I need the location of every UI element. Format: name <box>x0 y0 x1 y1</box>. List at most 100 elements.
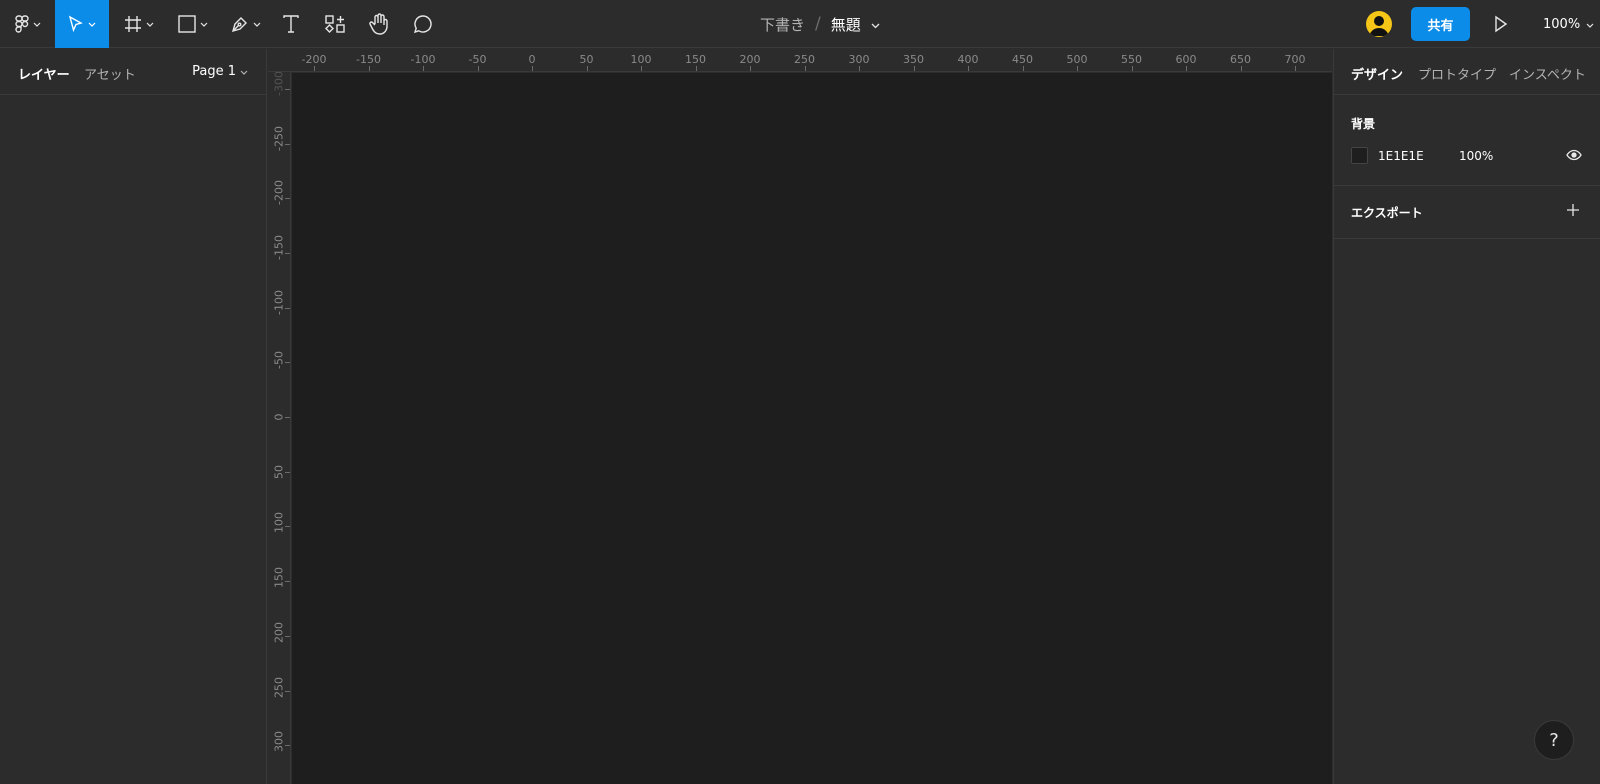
chevron-down-icon[interactable] <box>871 15 880 33</box>
present-button[interactable] <box>1494 14 1508 37</box>
comment-tool-button[interactable] <box>410 0 436 48</box>
left-panel-tabs: レイヤー アセット Page 1 <box>0 49 266 95</box>
ruler-label: 0 <box>272 413 286 421</box>
shape-tool-button[interactable] <box>172 0 214 48</box>
ruler-tick <box>477 66 479 71</box>
right-panel: デザイン プロトタイプ インスペクト 背景 1E1E1E 100% エクスポート <box>1333 49 1600 784</box>
ruler-label: 500 <box>1066 53 1088 66</box>
chevron-down-icon <box>200 22 208 27</box>
background-hex-value[interactable]: 1E1E1E <box>1378 149 1424 163</box>
ruler-label: 0 <box>528 53 536 66</box>
ruler-tick <box>1131 66 1133 71</box>
tab-design[interactable]: デザイン <box>1351 64 1403 83</box>
ruler-label: -50 <box>272 351 286 370</box>
ruler-tick <box>285 635 290 637</box>
move-tool-button[interactable] <box>55 0 109 48</box>
export-section-title: エクスポート <box>1351 206 1423 220</box>
main-menu-button[interactable] <box>8 0 48 48</box>
chevron-down-icon <box>33 22 41 27</box>
ruler-tick <box>285 88 290 90</box>
pen-icon <box>231 15 249 33</box>
chevron-down-icon <box>240 64 248 79</box>
cursor-icon <box>68 15 84 33</box>
ruler-label: 200 <box>739 53 761 66</box>
page-selector[interactable]: Page 1 <box>192 64 248 79</box>
plus-icon[interactable] <box>1566 203 1580 220</box>
ruler-tick <box>913 66 915 71</box>
ruler-label: 100 <box>630 53 652 66</box>
ruler-tick <box>532 66 533 71</box>
ruler-label: 50 <box>579 53 594 66</box>
figma-logo-icon <box>15 15 29 33</box>
background-color-swatch[interactable] <box>1351 147 1368 164</box>
background-section-title: 背景 <box>1351 117 1376 131</box>
toolbar: 下書き / 無題 共有 100% <box>0 0 1600 48</box>
tab-prototype[interactable]: プロトタイプ <box>1418 64 1496 83</box>
chevron-down-icon <box>1586 17 1594 32</box>
canvas[interactable] <box>292 73 1332 784</box>
share-button[interactable]: 共有 <box>1411 7 1470 41</box>
ruler-label: -100 <box>272 289 286 315</box>
left-panel: レイヤー アセット Page 1 <box>0 49 267 784</box>
comment-icon <box>413 14 433 34</box>
ruler-horizontal: -200 -150 -100 -50 0 50 100 150 200 250 300 350 400 4… <box>268 49 1332 72</box>
eye-icon[interactable] <box>1566 149 1582 164</box>
ruler-tick <box>285 581 290 583</box>
ruler-label: -150 <box>272 234 286 260</box>
play-icon <box>1494 15 1508 37</box>
hand-icon <box>369 13 389 35</box>
tab-inspect[interactable]: インスペクト <box>1509 64 1586 83</box>
ruler-label: 200 <box>272 621 286 643</box>
ruler-tick <box>586 66 588 71</box>
ruler-tick <box>368 66 370 71</box>
ruler-label: -200 <box>301 53 327 66</box>
right-panel-tabs: デザイン プロトタイプ インスペクト <box>1334 49 1600 95</box>
ruler-label: 700 <box>1284 53 1306 66</box>
ruler-tick <box>285 690 290 692</box>
ruler-tick <box>859 66 860 71</box>
ruler-tick <box>695 66 697 71</box>
chevron-down-icon <box>88 22 96 27</box>
zoom-menu[interactable]: 100% <box>1543 0 1594 48</box>
text-tool-button[interactable] <box>278 0 304 48</box>
ruler-label: 450 <box>1012 53 1033 66</box>
frame-icon <box>124 15 142 33</box>
tab-layers[interactable]: レイヤー <box>18 64 70 83</box>
zoom-level: 100% <box>1543 16 1581 32</box>
ruler-label: 300 <box>848 53 870 66</box>
ruler-tick <box>1022 66 1024 71</box>
ruler-label: 150 <box>685 53 706 66</box>
frame-tool-button[interactable] <box>118 0 160 48</box>
file-title[interactable]: 無題 <box>831 14 861 35</box>
help-button[interactable]: ? <box>1534 720 1574 760</box>
chevron-down-icon <box>253 22 261 27</box>
avatar[interactable] <box>1366 11 1392 37</box>
page-selector-label: Page 1 <box>192 64 236 79</box>
ruler-label: 100 <box>272 512 286 534</box>
ruler-tick <box>314 66 315 71</box>
ruler-tick <box>1077 66 1078 71</box>
resources-tool-button[interactable] <box>322 0 348 48</box>
ruler-tick <box>423 66 424 71</box>
breadcrumb-drafts[interactable]: 下書き <box>760 14 805 35</box>
ruler-label: 650 <box>1230 53 1251 66</box>
ruler-tick <box>285 745 290 747</box>
ruler-label: -150 <box>356 53 381 66</box>
pen-tool-button[interactable] <box>225 0 267 48</box>
resources-icon <box>325 15 345 33</box>
ruler-tick <box>285 198 290 200</box>
ruler-tick <box>285 417 290 418</box>
ruler-label: 300 <box>272 731 286 753</box>
ruler-tick <box>1186 66 1187 71</box>
tab-assets[interactable]: アセット <box>84 64 136 83</box>
ruler-tick <box>750 66 751 71</box>
ruler-label: -200 <box>272 180 286 206</box>
rectangle-icon <box>178 15 196 33</box>
ruler-tick <box>285 362 290 364</box>
background-opacity-value[interactable]: 100% <box>1459 149 1493 163</box>
ruler-label: 150 <box>272 567 286 589</box>
ruler-tick <box>641 66 642 71</box>
ruler-tick <box>285 307 290 309</box>
hand-tool-button[interactable] <box>366 0 392 48</box>
ruler-tick <box>804 66 806 71</box>
